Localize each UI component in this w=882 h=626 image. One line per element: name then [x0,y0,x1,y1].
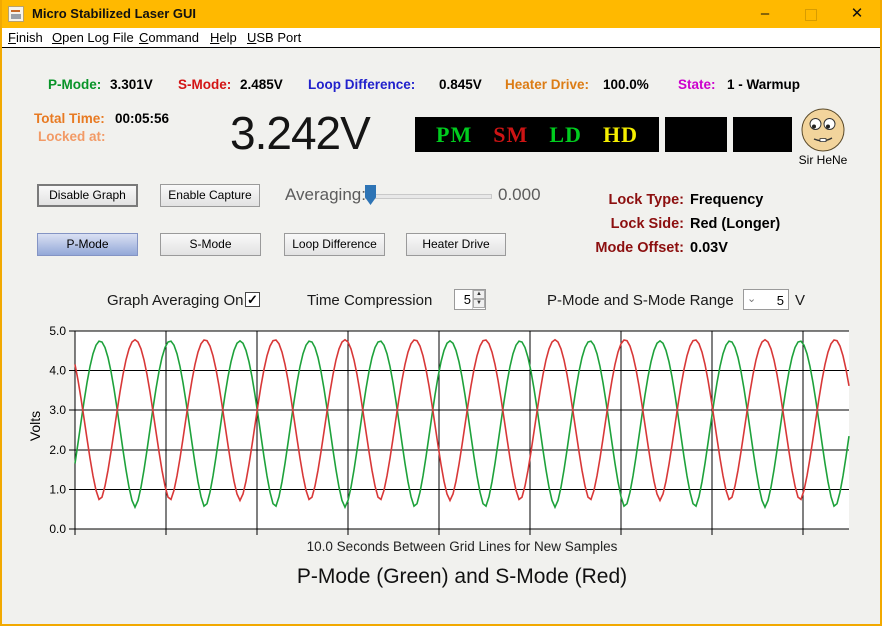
svg-text:1.0: 1.0 [49,482,66,496]
chart-title: P-Mode (Green) and S-Mode (Red) [296,565,628,588]
app-window: Micro Stabilized Laser GUI – ✕ Finish Op… [0,0,882,626]
svg-text:5.0: 5.0 [49,324,66,338]
svg-text:2.0: 2.0 [49,443,66,457]
y-axis-label: Volts [27,410,44,442]
waveform-chart: 0.0 1.0 2.0 3.0 4.0 5.0 [49,324,850,536]
grid-caption: 10.0 Seconds Between Grid Lines for New … [306,539,618,554]
svg-text:4.0: 4.0 [49,364,66,378]
svg-text:0.0: 0.0 [49,522,66,536]
svg-text:3.0: 3.0 [49,403,66,417]
